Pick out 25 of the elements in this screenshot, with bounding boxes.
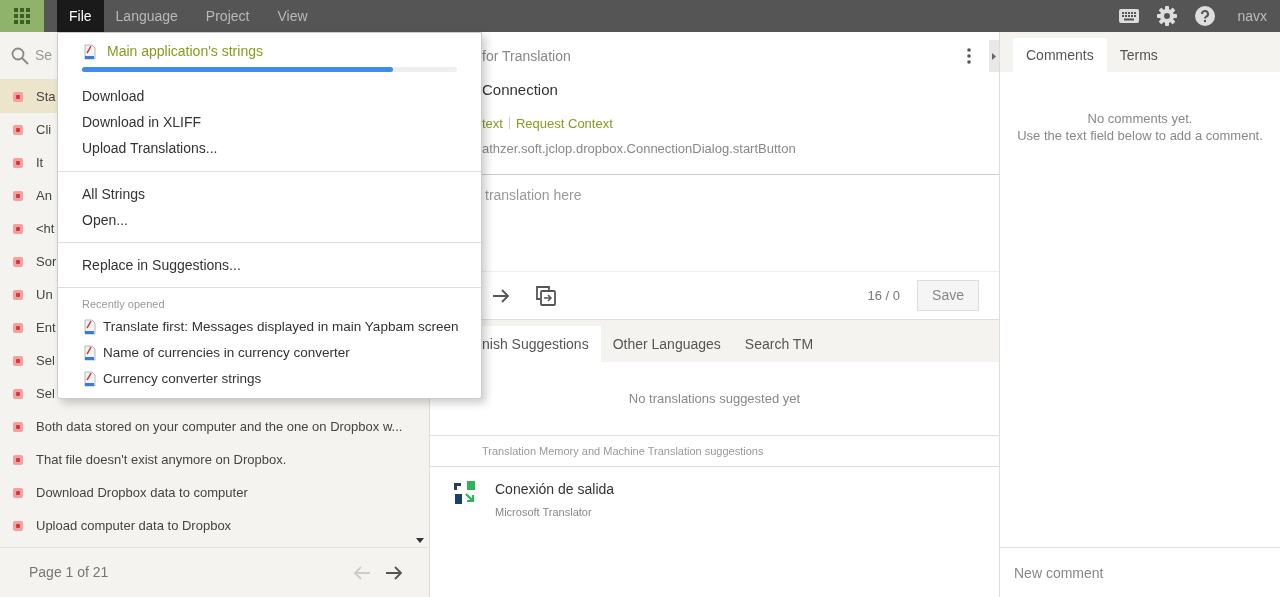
string-text: Upload computer data to Dropbox (36, 516, 232, 535)
section-heading: Translation Memory and Machine Translation suggestions (482, 443, 764, 459)
string-text: Cli (36, 120, 52, 139)
string-key: athzer.soft.jclop.dropbox.ConnectionDialog.startButton (482, 139, 971, 159)
empty-message: No comments yet. (1087, 110, 1193, 127)
status-label: for Translation (482, 46, 572, 66)
string-text: Sta (36, 87, 56, 106)
string-text: Sel (36, 384, 55, 403)
string-text: An (36, 186, 52, 205)
string-text: Ent (36, 318, 56, 337)
character-counter: 16 / 0 (867, 286, 901, 305)
string-text: Download Dropbox data to computer (36, 483, 248, 502)
string-text: Sor (36, 252, 57, 271)
string-text: Un (36, 285, 53, 304)
page-indicator: Page 1 of 21 (29, 563, 110, 582)
string-text: Sel (36, 351, 55, 370)
recent-heading: Recently opened (82, 297, 166, 312)
suggestion-source: Microsoft Translator (495, 505, 593, 520)
string-text: Both data stored on your computer and the one on Dropbox w... (36, 417, 403, 436)
empty-message: Use the text field below to add a comment. (1017, 127, 1263, 144)
source-text: Connection (482, 80, 559, 100)
string-text: <ht (36, 219, 55, 238)
string-text: That file doesn't exist anymore on Dropbox. (36, 450, 287, 469)
empty-message: No translations suggested yet (628, 389, 801, 408)
string-text: It (36, 153, 44, 172)
